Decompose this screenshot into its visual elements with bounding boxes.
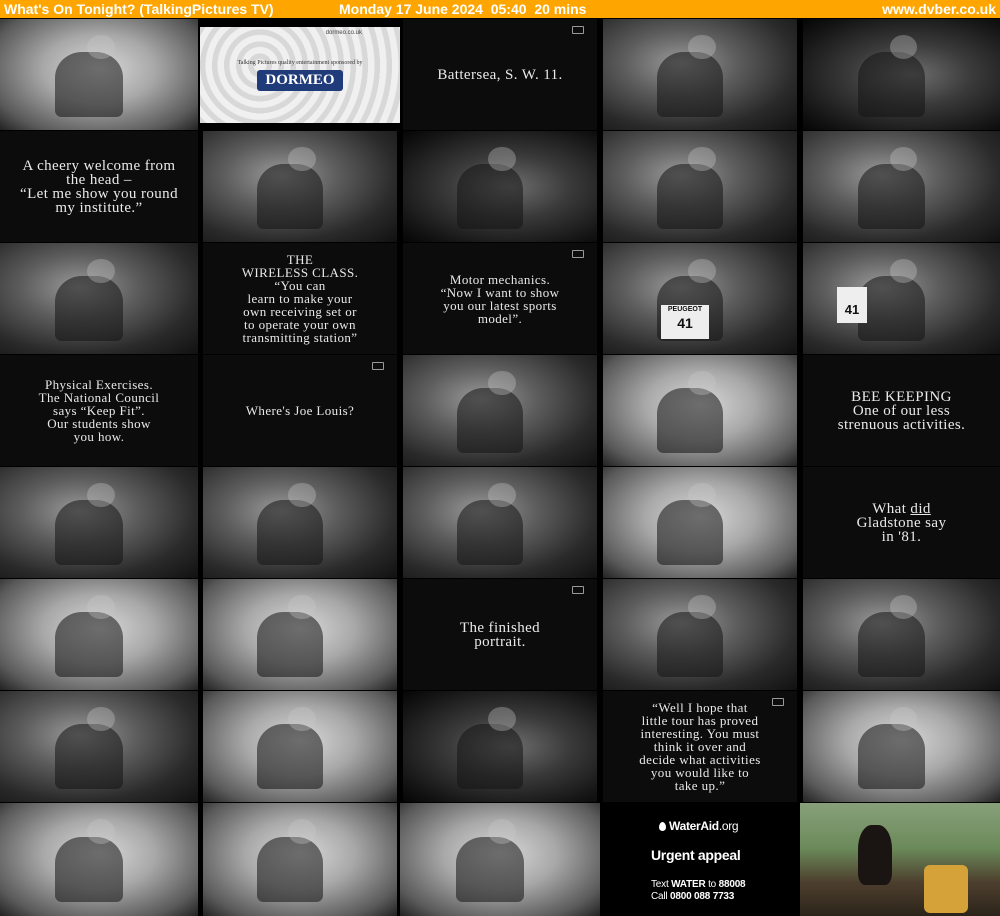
thumbnail-grid: dormeo.co.uk Talking Pictures quality en…	[0, 19, 1000, 916]
thumbnail[interactable]	[803, 579, 1000, 690]
site-link[interactable]: www.dvber.co.uk	[882, 0, 996, 18]
thumbnail[interactable]	[203, 467, 397, 578]
channel-logo-icon	[772, 698, 784, 706]
title-card[interactable]: Battersea, S. W. 11.	[403, 19, 597, 130]
wateraid-logo-suffix: .org	[718, 819, 739, 833]
thumbnail[interactable]	[400, 803, 600, 916]
thumbnail[interactable]	[0, 467, 198, 578]
sponsor-ad[interactable]: dormeo.co.uk Talking Pictures quality en…	[200, 27, 400, 123]
card-text: BEE KEEPING One of our less strenuous ac…	[837, 388, 966, 433]
car-plate-number: 41	[677, 315, 693, 331]
thumbnail[interactable]	[0, 19, 198, 130]
thumbnail[interactable]	[603, 467, 797, 578]
thumbnail[interactable]	[203, 579, 397, 690]
title-card[interactable]: “Well I hope that little tour has proved…	[603, 691, 797, 802]
ad-call-line: Call 0800 088 7733	[651, 891, 734, 902]
thumbnail[interactable]	[203, 131, 397, 242]
card-text: Battersea, S. W. 11.	[437, 66, 563, 83]
title-card[interactable]: The finished portrait.	[403, 579, 597, 690]
thumbnail[interactable]	[603, 131, 797, 242]
title-card[interactable]: A cheery welcome from the head – “Let me…	[0, 131, 198, 242]
title-card[interactable]: Motor mechanics. “Now I want to show you…	[403, 243, 597, 354]
sponsor-tagline: Talking Pictures quality entertainment s…	[237, 59, 363, 66]
wateraid-ad[interactable]: WaterAid.org Urgent appeal Text WATER to…	[600, 803, 800, 916]
thumbnail[interactable]	[403, 355, 597, 466]
wateraid-logo-text: WaterAid	[669, 819, 719, 833]
wateraid-photo[interactable]	[800, 803, 1000, 916]
title-card[interactable]: What did Gladstone say in '81.	[803, 467, 1000, 578]
water-drop-icon	[659, 822, 666, 831]
ad-text-mid: to	[705, 879, 719, 890]
thumbnail[interactable]	[803, 131, 1000, 242]
card-text: “Well I hope that little tour has proved…	[639, 700, 761, 793]
card-text: Physical Exercises. The National Council…	[38, 377, 160, 444]
sponsor-url: dormeo.co.uk	[325, 30, 362, 36]
ad-text-keyword: WATER	[671, 879, 706, 890]
car-plate-make: PEUGEOT	[667, 306, 703, 313]
channel-logo-icon	[572, 250, 584, 258]
thumbnail[interactable]	[603, 355, 797, 466]
thumbnail[interactable]	[0, 803, 198, 916]
thumbnail[interactable]: PEUGEOT 41	[603, 243, 797, 354]
thumbnail[interactable]: 41	[803, 243, 1000, 354]
card-text: The finished portrait.	[459, 619, 541, 650]
ad-call-prefix: Call	[651, 891, 671, 902]
thumbnail[interactable]	[603, 19, 797, 130]
broadcast-datetime: Monday 17 June 2024 05:40 20 mins	[339, 1, 587, 17]
title-card[interactable]: Where's Joe Louis?	[203, 355, 397, 466]
thumbnail[interactable]	[203, 803, 397, 916]
card-text: Motor mechanics. “Now I want to show you…	[440, 271, 560, 326]
thumbnail[interactable]	[403, 131, 597, 242]
title-card[interactable]: Physical Exercises. The National Council…	[0, 355, 198, 466]
car-plate: 41	[837, 287, 867, 323]
card-text: What did Gladstone say in '81.	[856, 501, 947, 545]
channel-logo-icon	[572, 586, 584, 594]
ad-text-line: Text WATER to 88008	[651, 879, 746, 890]
ad-text-number: 88008	[718, 879, 746, 890]
header-bar: What's On Tonight? (TalkingPictures TV) …	[0, 0, 1000, 18]
channel-title: What's On Tonight? (TalkingPictures TV)	[4, 1, 274, 17]
thumbnail[interactable]	[603, 579, 797, 690]
ad-text-prefix: Text	[651, 879, 672, 890]
card-text: A cheery welcome from the head – “Let me…	[20, 157, 178, 216]
card-text: THE WIRELESS CLASS. “You can learn to ma…	[241, 252, 359, 345]
thumbnail[interactable]	[0, 691, 198, 802]
thumbnail[interactable]	[403, 691, 597, 802]
thumbnail[interactable]	[803, 691, 1000, 802]
title-card[interactable]: BEE KEEPING One of our less strenuous ac…	[803, 355, 1000, 466]
channel-logo-icon	[372, 362, 384, 370]
thumbnail[interactable]	[203, 691, 397, 802]
card-text: Where's Joe Louis?	[245, 403, 355, 418]
car-plate: PEUGEOT 41	[661, 305, 709, 339]
wateraid-logo: WaterAid.org	[659, 819, 739, 833]
ad-call-number: 0800 088 7733	[670, 891, 735, 902]
ad-headline: Urgent appeal	[651, 847, 741, 863]
thumbnail[interactable]	[803, 19, 1000, 130]
thumbnail[interactable]	[403, 467, 597, 578]
channel-logo-icon	[572, 26, 584, 34]
thumbnail[interactable]	[0, 243, 198, 354]
card-text-rest: Gladstone say in '81.	[856, 514, 947, 545]
thumbnail[interactable]	[0, 579, 198, 690]
sponsor-logo: DORMEO	[257, 69, 343, 91]
title-card[interactable]: THE WIRELESS CLASS. “You can learn to ma…	[203, 243, 397, 354]
